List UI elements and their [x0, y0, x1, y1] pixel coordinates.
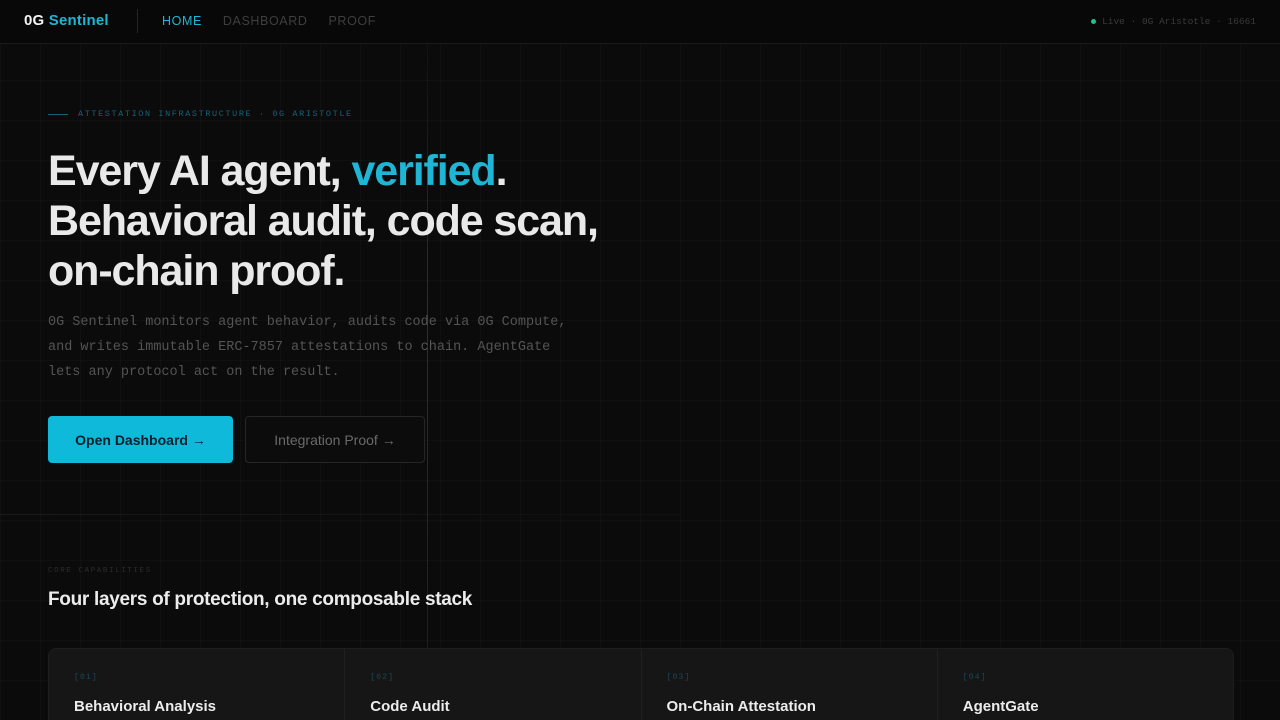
page: 0G Sentinel HOME DASHBOARD PROOF Live · …	[0, 0, 1280, 720]
card-number: [02]	[370, 673, 395, 682]
card-title: On-Chain Attestation	[666, 698, 816, 715]
headline-line1-end: .	[495, 147, 508, 195]
capability-card-behavioral[interactable]: [01] Behavioral Analysis	[49, 649, 346, 720]
open-dashboard-button[interactable]: Open Dashboard →	[48, 416, 233, 463]
nav-links: HOME DASHBOARD PROOF	[162, 14, 376, 28]
card-number: [04]	[962, 673, 987, 682]
integration-proof-button[interactable]: Integration Proof →	[245, 416, 425, 463]
headline-line3: on-chain proof.	[48, 247, 346, 295]
nav-link-home[interactable]: HOME	[162, 14, 202, 28]
card-title: AgentGate	[962, 698, 1039, 715]
card-number: [03]	[666, 673, 691, 682]
headline-highlight: verified	[351, 147, 496, 195]
card-title: Behavioral Analysis	[74, 698, 217, 715]
capability-card-agentgate[interactable]: [04] AgentGate	[938, 649, 1233, 720]
capabilities-title: Four layers of protection, one composabl…	[48, 589, 473, 610]
headline-line1-start: Every AI agent,	[48, 147, 352, 195]
live-dot-icon	[1091, 19, 1097, 24]
card-title: Code Audit	[370, 698, 450, 715]
network-status: Live · 0G Aristotle · 16661	[1091, 16, 1256, 27]
hero-description: 0G Sentinel monitors agent behavior, aud…	[48, 315, 567, 380]
hero-eyebrow: ATTESTATION INFRASTRUCTURE · 0G ARISTOTL…	[48, 109, 353, 119]
hero-headline: Every AI agent, verified. Behavioral aud…	[48, 146, 668, 296]
network-status-text: Live · 0G Aristotle · 16661	[1102, 16, 1256, 27]
eyebrow-rule	[48, 113, 68, 115]
nav-divider	[137, 9, 138, 33]
top-nav: 0G Sentinel HOME DASHBOARD PROOF Live · …	[0, 0, 1280, 44]
brand-logo[interactable]: 0G Sentinel	[24, 12, 109, 29]
headline-line2: Behavioral audit, code scan,	[48, 197, 599, 245]
card-number: [01]	[74, 673, 99, 682]
hero-eyebrow-text: ATTESTATION INFRASTRUCTURE · 0G ARISTOTL…	[78, 109, 353, 119]
nav-link-dashboard[interactable]: DASHBOARD	[223, 14, 308, 28]
nav-link-proof[interactable]: PROOF	[329, 14, 376, 28]
capability-card-attestation[interactable]: [03] On-Chain Attestation	[642, 649, 938, 720]
brand-name: Sentinel	[48, 12, 109, 29]
section-divider	[0, 514, 680, 515]
capability-cards: [01] Behavioral Analysis [02] Code Audit…	[48, 648, 1234, 720]
brand-prefix: 0G	[24, 12, 45, 29]
capabilities-eyebrow: CORE CAPABILITIES	[48, 567, 152, 575]
capability-card-code-audit[interactable]: [02] Code Audit	[345, 649, 642, 720]
